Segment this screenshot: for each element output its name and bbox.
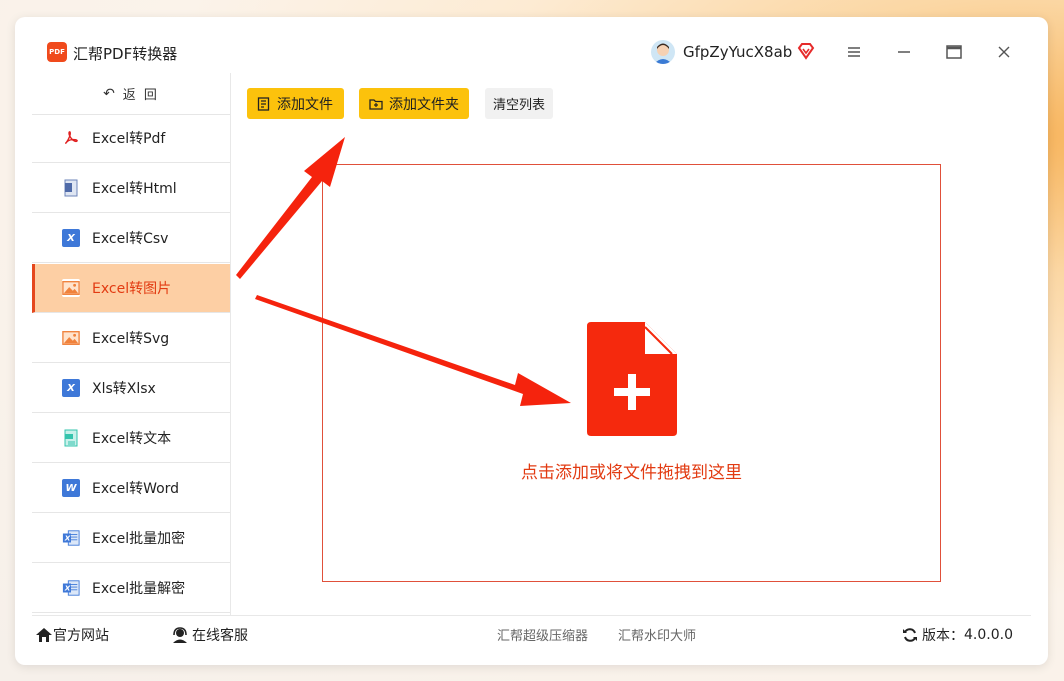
clear-list-button[interactable]: 清空列表 xyxy=(485,88,553,119)
sidebar-item-label: Excel转Pdf xyxy=(92,131,166,147)
sidebar-item-excel-to-html[interactable]: Excel转Html xyxy=(32,164,230,213)
add-file-large-icon xyxy=(587,322,677,436)
image-icon xyxy=(62,329,80,347)
sidebar: ↶ 返 回 Excel转Pdf Excel转Html X Excel转Csv E… xyxy=(32,73,231,615)
sidebar-item-excel-to-csv[interactable]: X Excel转Csv xyxy=(32,214,230,263)
add-file-label: 添加文件 xyxy=(277,96,333,113)
title-bar: PDF 汇帮PDF转换器 GfpZyYucX8ab xyxy=(15,17,1048,73)
back-button[interactable]: ↶ 返 回 xyxy=(32,73,230,115)
text-icon xyxy=(62,429,80,447)
maximize-icon[interactable] xyxy=(943,41,965,63)
excel-icon: X xyxy=(62,379,80,397)
excel-lock-icon: X xyxy=(62,529,80,547)
sidebar-item-label: Excel批量加密 xyxy=(92,531,186,547)
super-compressor-link[interactable]: 汇帮超级压缩器 xyxy=(497,625,588,644)
sidebar-item-excel-to-word[interactable]: W Excel转Word xyxy=(32,464,230,513)
online-support-link[interactable]: 在线客服 xyxy=(171,625,248,645)
back-label: 返 回 xyxy=(122,88,159,103)
official-website-link[interactable]: 官方网站 xyxy=(35,625,109,645)
svg-text:X: X xyxy=(64,534,71,543)
sidebar-item-label: Excel转图片 xyxy=(92,281,172,297)
sidebar-item-label: Excel转Csv xyxy=(92,231,169,247)
refresh-icon[interactable] xyxy=(902,627,918,643)
html-icon xyxy=(62,179,80,197)
home-icon xyxy=(36,628,52,642)
sidebar-item-label: Excel批量解密 xyxy=(92,581,186,597)
back-arrow-icon: ↶ xyxy=(103,85,117,102)
watermark-master-link[interactable]: 汇帮水印大师 xyxy=(618,625,696,644)
app-title: 汇帮PDF转换器 xyxy=(73,45,178,63)
sidebar-item-label: Excel转Html xyxy=(92,181,177,197)
add-file-button[interactable]: 添加文件 xyxy=(247,88,344,119)
sidebar-item-label: Xls转Xlsx xyxy=(92,381,156,397)
add-folder-button[interactable]: 添加文件夹 xyxy=(359,88,469,119)
menu-icon[interactable] xyxy=(843,41,865,63)
version-info: 版本： 4.0.0.0 xyxy=(902,625,1013,645)
word-icon: W xyxy=(62,479,80,497)
sidebar-item-excel-to-image[interactable]: Excel转图片 xyxy=(32,264,230,313)
sidebar-item-label: Excel转Svg xyxy=(92,331,170,347)
sidebar-item-excel-to-svg[interactable]: Excel转Svg xyxy=(32,314,230,363)
excel-icon: X xyxy=(62,229,80,247)
add-folder-icon xyxy=(369,98,383,110)
version-number: 4.0.0.0 xyxy=(964,627,1013,643)
support-headset-icon xyxy=(173,627,187,643)
pdf-icon xyxy=(62,129,80,147)
sidebar-item-excel-batch-decrypt[interactable]: X Excel批量解密 xyxy=(32,564,230,613)
vip-diamond-icon[interactable] xyxy=(797,42,815,60)
sidebar-item-excel-to-pdf[interactable]: Excel转Pdf xyxy=(32,114,230,163)
app-window: PDF 汇帮PDF转换器 GfpZyYucX8ab ↶ 返 回 Excel转Pd… xyxy=(15,17,1048,665)
sidebar-item-label: Excel转Word xyxy=(92,481,180,497)
clear-list-label: 清空列表 xyxy=(492,98,545,113)
sidebar-item-excel-to-text[interactable]: Excel转文本 xyxy=(32,414,230,463)
add-file-icon xyxy=(257,96,270,111)
app-logo-icon: PDF xyxy=(47,42,67,62)
sidebar-item-excel-batch-encrypt[interactable]: X Excel批量加密 xyxy=(32,514,230,563)
official-website-label: 官方网站 xyxy=(53,628,109,644)
user-avatar[interactable] xyxy=(651,40,675,64)
svg-text:X: X xyxy=(64,584,71,593)
drop-zone-text: 点击添加或将文件拖拽到这里 xyxy=(521,463,742,483)
image-icon xyxy=(62,279,80,297)
sidebar-item-label: Excel转文本 xyxy=(92,431,172,447)
minimize-icon[interactable] xyxy=(893,41,915,63)
add-folder-label: 添加文件夹 xyxy=(389,96,459,113)
footer: 官方网站 在线客服 汇帮超级压缩器 汇帮水印大师 版本： 4.0.0.0 xyxy=(32,615,1031,652)
online-support-label: 在线客服 xyxy=(192,628,248,644)
excel-unlock-icon: X xyxy=(62,579,80,597)
version-label: 版本： xyxy=(922,628,964,644)
file-drop-zone[interactable]: 点击添加或将文件拖拽到这里 xyxy=(322,164,941,582)
sidebar-item-xls-to-xlsx[interactable]: X Xls转Xlsx xyxy=(32,364,230,413)
app-logo-text: PDF xyxy=(49,48,65,56)
close-icon[interactable] xyxy=(993,41,1015,63)
username[interactable]: GfpZyYucX8ab xyxy=(683,43,792,61)
